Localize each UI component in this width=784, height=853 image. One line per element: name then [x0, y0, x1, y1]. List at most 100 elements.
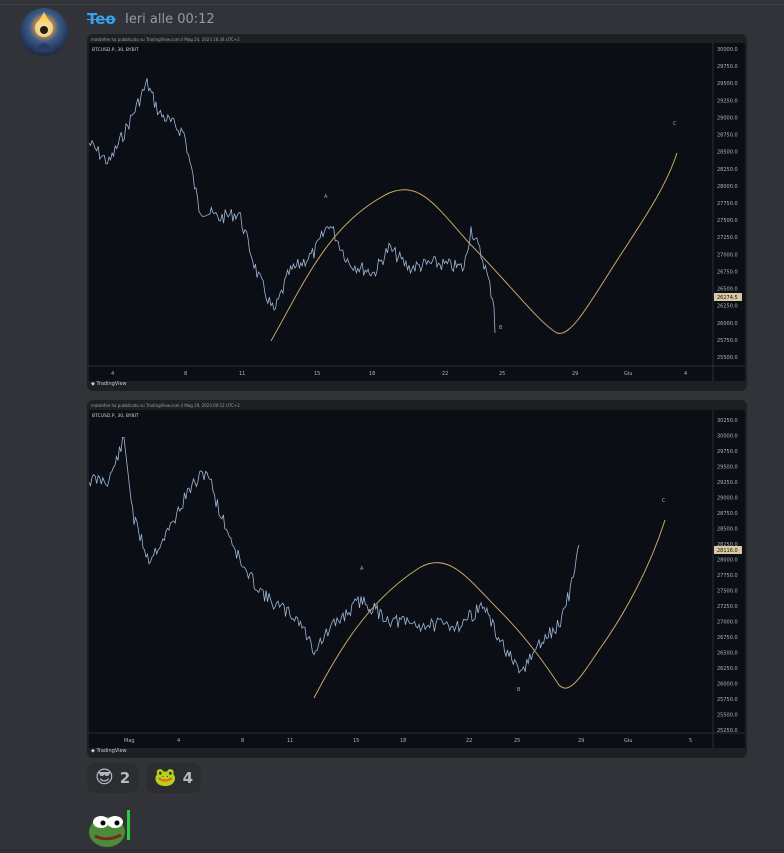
date-tick-label: 8 [241, 738, 244, 744]
chart-image-1[interactable]: matdefee ha pubblicato su TradingView.co… [87, 34, 747, 391]
price-tick-label: 29500.0 [717, 465, 738, 471]
time-axis: Mag 4 8 11 15 18 22 25 29 Giu 5 [124, 738, 692, 744]
date-tick-label: 4 [177, 738, 180, 744]
price-tick-label: 26250.0 [717, 304, 738, 310]
price-tick-label: 25750.0 [717, 697, 738, 703]
frog-emoji-icon: 🐸 [154, 767, 177, 788]
price-tick-label: 25750.0 [717, 338, 738, 344]
price-tick-label: 27000.0 [717, 620, 738, 626]
date-tick-label: 18 [400, 738, 406, 744]
composer-edge [0, 849, 784, 853]
price-tick-label: 26750.0 [717, 269, 738, 275]
price-tick-label: 27250.0 [717, 604, 738, 610]
price-chart: BTCUSD.P, 30, BYBIT 30250.0 30000.0 29750.… [88, 410, 745, 748]
tradingview-footer: ◆ TradingView [91, 748, 127, 754]
date-tick-label: Mag [124, 738, 135, 744]
chart-canvas: BTCUSD.P, 30, BYBIT 30250.0 30000.0 29750.… [88, 410, 745, 748]
tradingview-footer-label: TradingView [96, 381, 127, 387]
price-tick-label: 28250.0 [717, 167, 738, 173]
price-tick-label: 27500.0 [717, 218, 738, 224]
date-tick-label: 4 [684, 371, 687, 377]
wave-label-c: C [673, 121, 677, 127]
price-tick-label: 29500.0 [717, 81, 738, 87]
chart-publish-header: matdefee ha pubblicato su TradingView.co… [91, 403, 240, 408]
date-tick-label: 22 [442, 371, 448, 377]
price-tick-label: 30000.0 [717, 434, 738, 440]
price-tick-label: 28750.0 [717, 511, 738, 517]
avatar-image-icon [34, 12, 54, 52]
wave-label-a: A [324, 194, 328, 200]
reaction-frog[interactable]: 🐸 4 [146, 763, 202, 793]
wave-label-a: A [360, 566, 364, 572]
price-tick-label: 26500.0 [717, 651, 738, 657]
price-tick-label: 26250.0 [717, 666, 738, 672]
price-tick-label: 29750.0 [717, 64, 738, 70]
top-divider [0, 4, 784, 5]
date-tick-label: 15 [314, 371, 320, 377]
price-line [88, 436, 580, 674]
projection-wave-curve [313, 519, 666, 699]
date-tick-label: 4 [111, 371, 114, 377]
date-tick-label: 8 [184, 371, 187, 377]
price-tick-label: 26500.0 [717, 287, 738, 293]
price-tick-label: 30000.0 [717, 47, 738, 53]
chart-symbol: BTCUSD.P, 30, BYBIT [92, 413, 139, 419]
reaction-count: 4 [182, 769, 194, 787]
date-tick-label: 11 [239, 371, 245, 377]
price-tick-label: 27750.0 [717, 573, 738, 579]
price-tick-label: 29250.0 [717, 480, 738, 486]
wave-label-b: B [499, 325, 503, 331]
date-tick-label: 29 [578, 738, 584, 744]
price-tick-label: 28000.0 [717, 184, 738, 190]
price-tick-label: 30250.0 [717, 418, 738, 424]
message-timestamp: Ieri alle 00:12 [125, 12, 215, 27]
price-tick-label: 28500.0 [717, 150, 738, 156]
date-tick-label: Giu [624, 738, 632, 744]
current-price: 26274.5 [717, 295, 738, 301]
projection-wave-curve [270, 152, 678, 342]
tradingview-footer: ◆ TradingView [91, 381, 127, 387]
date-tick-label: 22 [466, 738, 472, 744]
price-tick-label: 29750.0 [717, 449, 738, 455]
pepe-frog-icon[interactable] [87, 802, 135, 848]
chart-image-2[interactable]: matdefee ha pubblicato su TradingView.co… [87, 400, 747, 758]
reaction-count: 2 [119, 769, 131, 787]
price-tick-label: 25250.0 [717, 728, 738, 734]
price-tick-label: 27250.0 [717, 235, 738, 241]
price-tick-label: 26750.0 [717, 635, 738, 641]
price-tick-label: 27750.0 [717, 201, 738, 207]
date-tick-label: Giu [624, 371, 632, 377]
date-tick-label: 5 [689, 738, 692, 744]
price-chart: BTCUSD.P, 30, BYBIT 30000.0 29750.0 29500.… [88, 43, 745, 381]
sunglasses-emoji-icon: 😎 [95, 767, 114, 788]
current-price: 28116.0 [717, 548, 738, 554]
price-tick-label: 29250.0 [717, 98, 738, 104]
price-tick-label: 27000.0 [717, 252, 738, 258]
price-tick-label: 27500.0 [717, 589, 738, 595]
date-tick-label: 18 [369, 371, 375, 377]
chart-publish-header: matdefee ha pubblicato su TradingView.co… [91, 37, 240, 42]
chart-canvas: BTCUSD.P, 30, BYBIT 30000.0 29750.0 29500.… [88, 43, 745, 381]
price-tick-label: 29000.0 [717, 115, 738, 121]
price-axis: 30250.0 30000.0 29750.0 29500.0 29250.0 29000… [717, 418, 738, 734]
date-tick-label: 29 [572, 371, 578, 377]
user-avatar[interactable] [20, 8, 68, 56]
price-tick-label: 28500.0 [717, 527, 738, 533]
price-tick-label: 26000.0 [717, 321, 738, 327]
date-tick-label: 25 [514, 738, 520, 744]
price-tick-label: 29000.0 [717, 496, 738, 502]
chart-symbol: BTCUSD.P, 30, BYBIT [92, 47, 139, 53]
date-tick-label: 25 [499, 371, 505, 377]
date-tick-label: 11 [287, 738, 293, 744]
date-tick-label: 15 [353, 738, 359, 744]
reaction-cool-face[interactable]: 😎 2 [87, 763, 139, 793]
wave-label-c: C [662, 498, 666, 504]
price-line [88, 78, 496, 334]
price-axis: 30000.0 29750.0 29500.0 29250.0 29000.0 28750… [717, 47, 738, 361]
tradingview-footer-label: TradingView [96, 748, 127, 754]
username[interactable]: Teo [87, 10, 116, 28]
reactions-bar: 😎 2 🐸 4 [87, 763, 202, 793]
price-tick-label: 25500.0 [717, 713, 738, 719]
price-tick-label: 28000.0 [717, 558, 738, 564]
price-tick-label: 28750.0 [717, 133, 738, 139]
